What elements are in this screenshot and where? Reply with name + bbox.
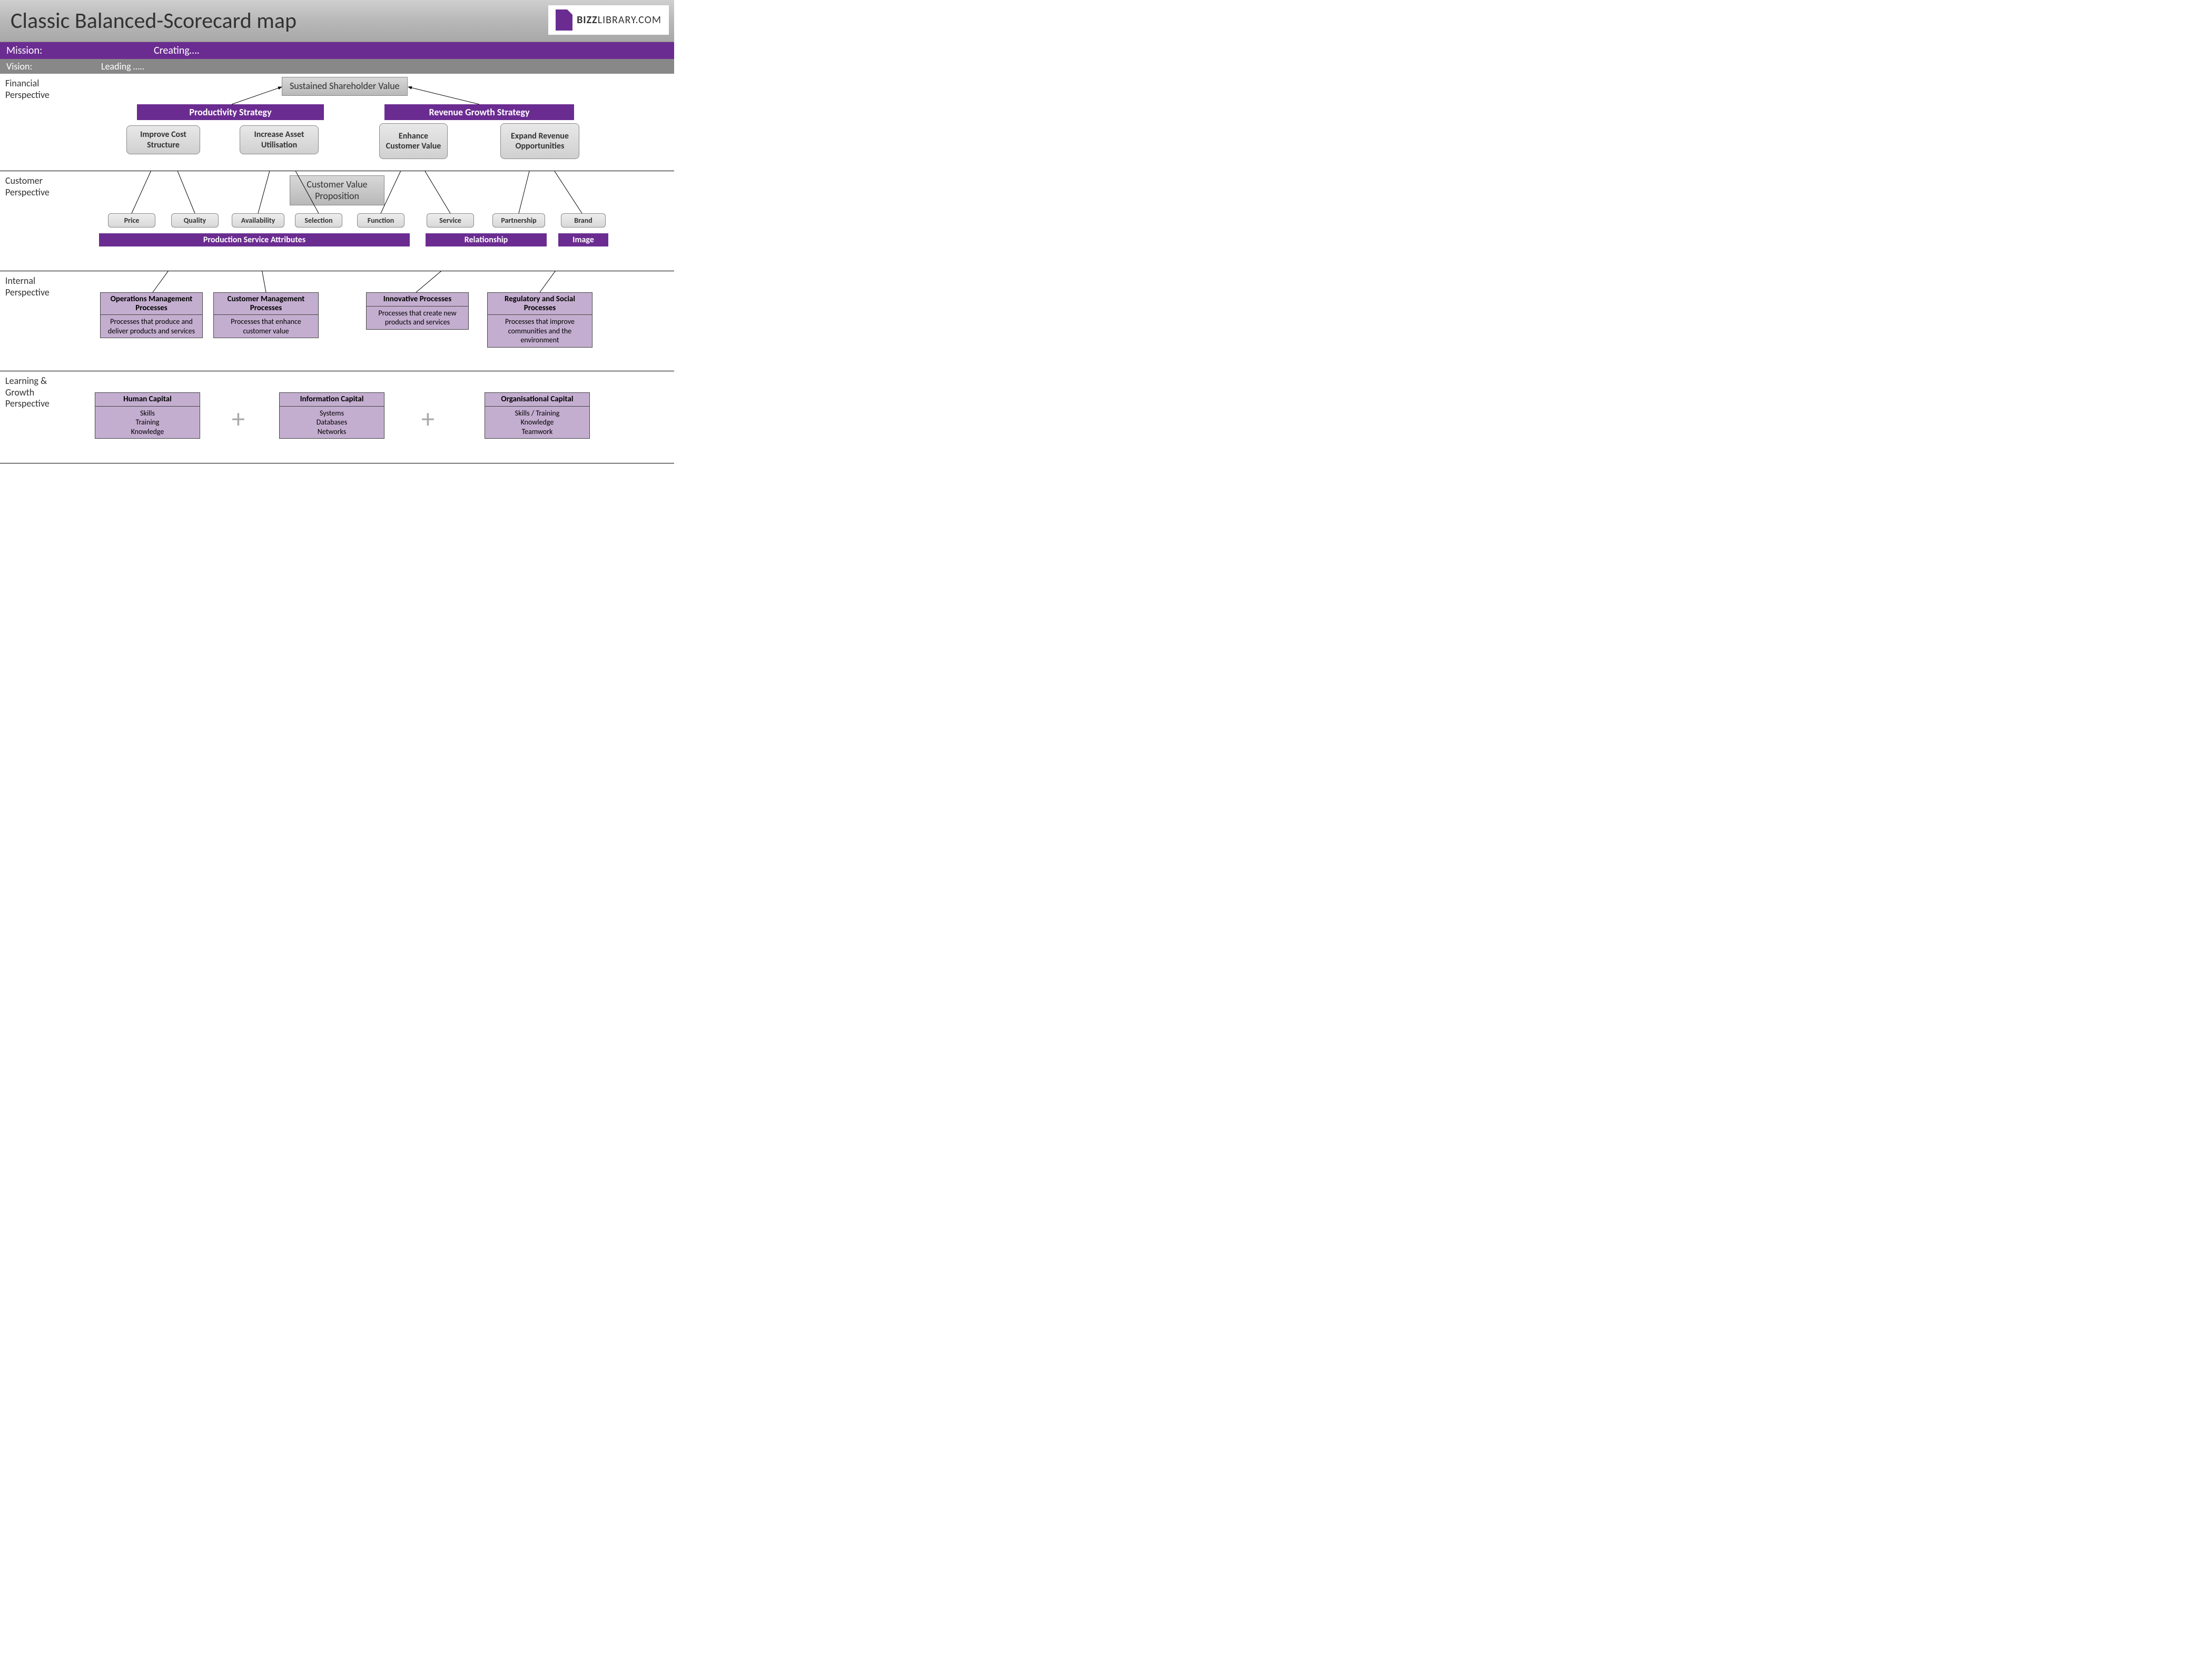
band-productivity-strategy: Productivity Strategy xyxy=(137,104,324,120)
pill-price: Price xyxy=(108,213,155,228)
band-revenue-strategy: Revenue Growth Strategy xyxy=(384,104,574,120)
vision-bar: Vision: Leading ….. xyxy=(0,59,674,74)
pill-selection: Selection xyxy=(295,213,342,228)
band-relationship: Relationship xyxy=(426,233,547,246)
document-icon xyxy=(556,9,572,31)
vision-label: Vision: xyxy=(6,61,101,72)
box-info-capital: Information Capital Systems Databases Ne… xyxy=(279,392,384,439)
box-expand-revenue: Expand Revenue Opportunities xyxy=(500,123,579,159)
content-learning: Human Capital Skills Training Knowledge … xyxy=(68,371,674,463)
plus-icon: + xyxy=(232,403,245,435)
box-innovative: Innovative Processes Processes that crea… xyxy=(366,292,469,330)
row-customer: Customer Perspective Customer Value Prop… xyxy=(0,171,674,271)
box-ops-mgmt: Operations Management Processes Processe… xyxy=(100,292,203,338)
label-financial: Financial Perspective xyxy=(0,74,68,171)
logo-text: BIZZLIBRARY.COM xyxy=(577,14,661,26)
band-image: Image xyxy=(558,233,608,246)
band-psa: Production Service Attributes xyxy=(99,233,410,246)
pill-service: Service xyxy=(427,213,474,228)
label-internal: Internal Perspective xyxy=(0,271,68,371)
label-customer: Customer Perspective xyxy=(0,171,68,271)
content-financial: Sustained Shareholder Value Productivity… xyxy=(68,74,674,171)
box-shareholder-value: Sustained Shareholder Value xyxy=(282,77,408,96)
box-increase-asset: Increase Asset Utilisation xyxy=(240,125,319,154)
row-learning: Learning & Growth Perspective Human Capi… xyxy=(0,371,674,463)
plus-icon: + xyxy=(421,403,434,435)
pill-function: Function xyxy=(357,213,404,228)
box-org-capital: Organisational Capital Skills / Training… xyxy=(485,392,590,439)
logo: BIZZLIBRARY.COM xyxy=(548,5,669,35)
mission-label: Mission: xyxy=(6,44,154,57)
page-title: Classic Balanced-Scorecard map xyxy=(11,7,297,34)
box-cvp: Customer Value Proposition xyxy=(290,175,384,205)
box-cust-mgmt: Customer Management Processes Processes … xyxy=(213,292,319,338)
vision-value: Leading ….. xyxy=(101,61,144,72)
label-learning: Learning & Growth Perspective xyxy=(0,371,68,463)
box-regulatory: Regulatory and Social Processes Processe… xyxy=(487,292,592,348)
row-internal: Internal Perspective Operations Manageme… xyxy=(0,271,674,371)
mission-bar: Mission: Creating…. xyxy=(0,42,674,59)
pill-partnership: Partnership xyxy=(492,213,545,228)
mission-value: Creating…. xyxy=(154,44,200,57)
box-human-capital: Human Capital Skills Training Knowledge xyxy=(95,392,200,439)
title-bar: Classic Balanced-Scorecard map BIZZLIBRA… xyxy=(0,0,674,42)
box-enhance-customer: Enhance Customer Value xyxy=(379,123,448,159)
row-financial: Financial Perspective Sustained Sharehol… xyxy=(0,74,674,171)
content-customer: Customer Value Proposition Price Quality… xyxy=(68,171,674,271)
pill-availability: Availability xyxy=(232,213,284,228)
box-improve-cost: Improve Cost Structure xyxy=(126,125,200,154)
content-internal: Operations Management Processes Processe… xyxy=(68,271,674,371)
pill-brand: Brand xyxy=(561,213,606,228)
pill-quality: Quality xyxy=(171,213,219,228)
